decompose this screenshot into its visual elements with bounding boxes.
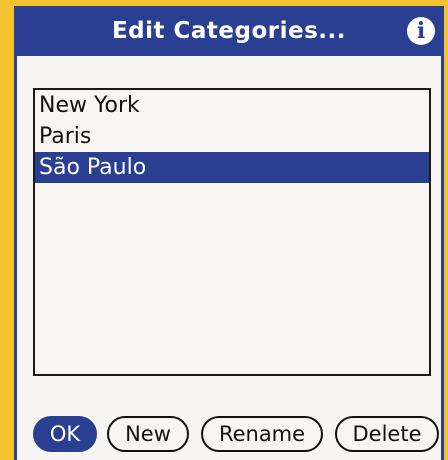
edit-categories-dialog: Edit Categories... i New York Paris São … [14, 6, 444, 460]
dialog-title: Edit Categories... [111, 18, 347, 44]
info-icon[interactable]: i [407, 17, 435, 45]
category-list[interactable]: New York Paris São Paulo [33, 88, 431, 376]
ok-button[interactable]: OK [33, 416, 97, 452]
list-item-sao-paulo[interactable]: São Paulo [35, 152, 429, 183]
button-row: OK New Rename Delete [33, 416, 441, 456]
list-item-new-york[interactable]: New York [35, 90, 429, 121]
rename-button[interactable]: Rename [201, 416, 323, 452]
title-bar: Edit Categories... i [17, 6, 441, 56]
device-frame: Edit Categories... i New York Paris São … [0, 0, 448, 460]
new-button[interactable]: New [107, 416, 189, 452]
delete-button[interactable]: Delete [335, 416, 439, 452]
list-item-paris[interactable]: Paris [35, 121, 429, 152]
